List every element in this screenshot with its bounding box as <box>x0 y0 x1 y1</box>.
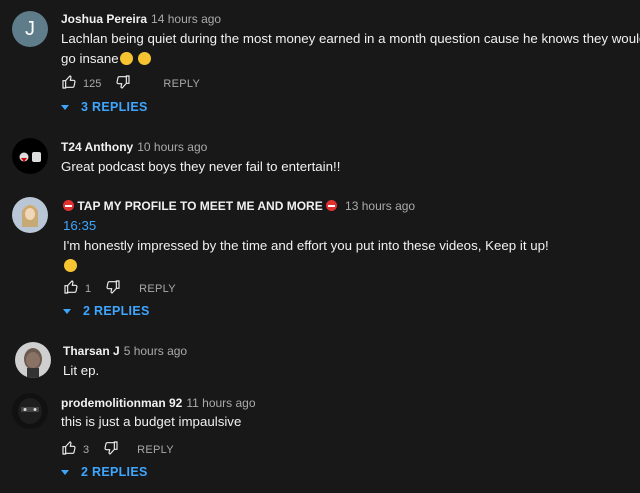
author-name[interactable]: T24 Anthony <box>61 140 133 154</box>
author-name[interactable]: Tharsan J <box>63 344 120 358</box>
comment-text-line: I'm honestly impressed by the time and e… <box>63 238 549 253</box>
author-name[interactable]: prodemolitionman 92 <box>61 396 182 410</box>
comment-time[interactable]: 14 hours ago <box>151 12 221 26</box>
comment-time[interactable]: 5 hours ago <box>124 344 187 358</box>
avatar[interactable] <box>12 393 48 429</box>
comment-actions: 125 REPLY <box>61 74 200 93</box>
comment-header: T24 Anthony 10 hours ago <box>61 140 207 154</box>
reply-button[interactable]: REPLY <box>137 444 174 456</box>
comment-thread: Tharsan J 5 hours ago Lit ep. <box>0 332 640 387</box>
avatar[interactable] <box>12 197 48 233</box>
rofl-emoji-icon <box>119 52 133 65</box>
thumb-up-icon[interactable] <box>61 74 77 93</box>
comment-text: Great podcast boys they never fail to en… <box>61 159 341 174</box>
view-replies-button[interactable]: 2 REPLIES <box>61 465 148 479</box>
comment-time[interactable]: 10 hours ago <box>137 140 207 154</box>
comment-header: prodemolitionman 92 11 hours ago <box>61 396 256 410</box>
comment-actions: 1 REPLY <box>63 279 176 298</box>
smile-emoji-icon <box>64 259 77 272</box>
thumb-up-icon[interactable] <box>61 440 77 459</box>
comment-time[interactable]: 11 hours ago <box>186 396 255 410</box>
avatar[interactable] <box>15 342 51 378</box>
comment-text: 16:35 I'm honestly impressed by the time… <box>63 216 549 276</box>
avatar[interactable] <box>12 138 48 174</box>
expand-triangle-icon <box>61 465 69 479</box>
author-name[interactable]: Joshua Pereira <box>61 12 147 26</box>
reply-button[interactable]: REPLY <box>139 283 176 295</box>
replies-label: 2 REPLIES <box>81 465 148 479</box>
like-count: 125 <box>83 77 102 90</box>
expand-triangle-icon <box>63 304 71 318</box>
rofl-emoji-icon <box>138 52 152 65</box>
author-name[interactable]: TAP MY PROFILE TO MEET ME AND MORE <box>77 199 322 213</box>
comment-thread: TAP MY PROFILE TO MEET ME AND MORE 13 ho… <box>0 190 640 320</box>
comment-text-line-2: go insane <box>61 49 640 69</box>
comment-header: TAP MY PROFILE TO MEET ME AND MORE 13 ho… <box>63 199 415 213</box>
thumb-down-icon[interactable] <box>103 440 119 459</box>
comment-actions: 3 REPLY <box>61 440 174 459</box>
comment-text: Lachlan being quiet during the most mone… <box>61 29 640 69</box>
comment-text-line-2-text: go insane <box>61 51 119 66</box>
thumb-down-icon[interactable] <box>105 279 121 298</box>
like-count: 3 <box>83 443 90 456</box>
expand-triangle-icon <box>61 100 69 114</box>
reply-button[interactable]: REPLY <box>163 78 200 90</box>
thumb-down-icon[interactable] <box>115 74 131 93</box>
no-entry-icon <box>326 200 338 211</box>
view-replies-button[interactable]: 2 REPLIES <box>63 304 150 318</box>
comment-text-line: Lachlan being quiet during the most mone… <box>61 31 640 46</box>
timestamp-link[interactable]: 16:35 <box>63 218 96 233</box>
replies-label: 3 REPLIES <box>81 100 148 114</box>
comment-header: Tharsan J 5 hours ago <box>63 344 187 358</box>
comment-text: this is just a budget impaulsive <box>61 414 242 429</box>
replies-label: 2 REPLIES <box>83 304 150 318</box>
comment-thread: T24 Anthony 10 hours ago Great podcast bo… <box>0 130 640 190</box>
comment-thread: J Joshua Pereira 14 hours ago Lachlan bei… <box>0 0 640 125</box>
comment-thread: prodemolitionman 92 11 hours ago this is … <box>0 385 640 493</box>
comment-time[interactable]: 13 hours ago <box>345 199 415 213</box>
like-count: 1 <box>85 282 92 295</box>
thumb-up-icon[interactable] <box>63 279 79 298</box>
comment-text: Lit ep. <box>63 363 100 378</box>
no-entry-icon <box>63 200 74 211</box>
view-replies-button[interactable]: 3 REPLIES <box>61 100 148 114</box>
avatar[interactable]: J <box>12 11 48 47</box>
comment-header: Joshua Pereira 14 hours ago <box>61 12 221 26</box>
